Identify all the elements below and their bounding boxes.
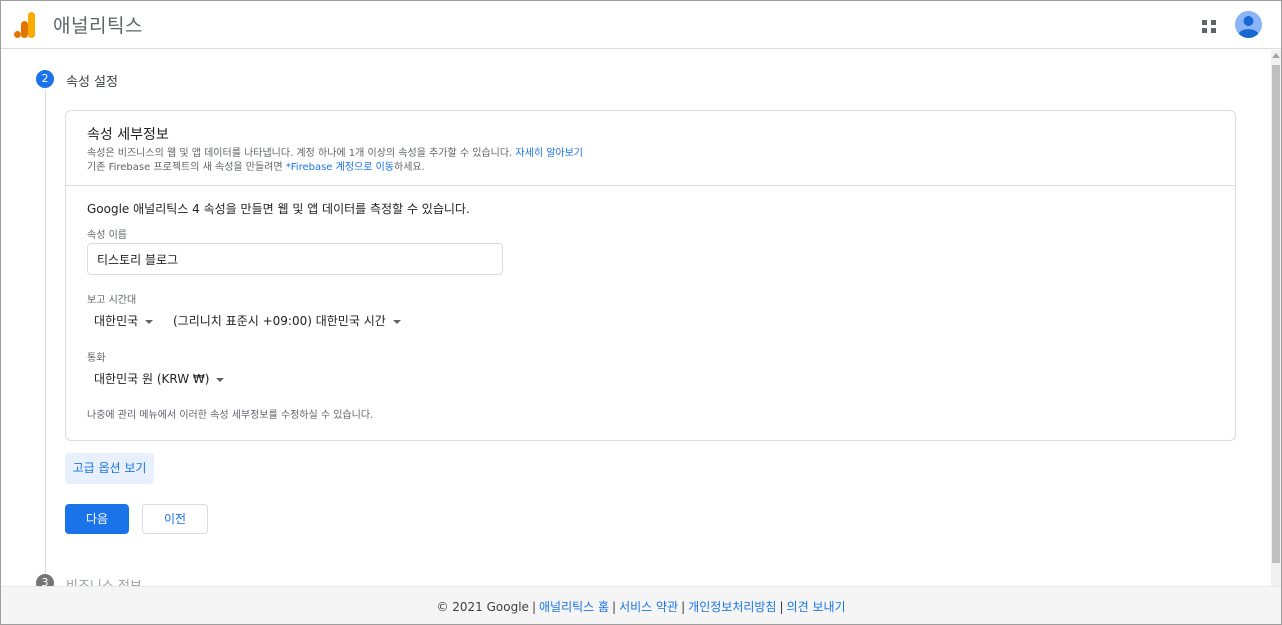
property-details-card: 속성 세부정보 속성은 비즈니스의 웹 및 앱 데이터를 나타냅니다. 계정 하… [65,110,1236,441]
advanced-options-button[interactable]: 고급 옵션 보기 [65,453,154,484]
card-description-line-2: 기존 Firebase 프로젝트의 새 속성을 만들려면 *Firebase 계… [87,158,425,173]
property-name-label: 속성 이름 [87,230,127,241]
copyright-text: © 2021 Google [436,600,529,614]
learn-more-link[interactable]: 자세히 알아보기 [515,148,583,159]
firebase-text-suffix: 하세요. [394,162,425,173]
app-title: 애널리틱스 [53,15,143,37]
timezone-country-value: 대한민국 [94,314,139,328]
page-footer: © 2021 Google | 애널리틱스 홈 | 서비스 약관 | 개인정보처리방침 | 의견… [1,586,1281,624]
currency-label: 통화 [87,353,106,364]
card-description-line-1: 속성은 비즈니스의 웹 및 앱 데이터를 나타냅니다. 계정 하나에 1개 이상… [87,144,583,159]
chevron-down-icon [216,377,225,382]
next-button[interactable]: 다음 [65,504,129,534]
ga4-intro-text: Google 애널리틱스 4 속성을 만들면 웹 및 앱 데이터를 측정할 수 … [87,202,470,216]
firebase-account-link[interactable]: *Firebase 계정으로 이동 [286,162,394,173]
analytics-logo-icon[interactable] [14,12,36,38]
property-name-input[interactable] [87,243,503,275]
card-title: 속성 세부정보 [87,127,169,143]
firebase-text-prefix: 기존 Firebase 프로젝트의 새 속성을 만들려면 [87,162,283,173]
footer-link-feedback[interactable]: 의견 보내기 [787,600,846,614]
top-app-bar: 애널리틱스 [1,1,1281,49]
timezone-label: 보고 시간대 [87,295,137,306]
edit-later-note: 나중에 관리 메뉴에서 이러한 속성 세부정보를 수정하실 수 있습니다. [87,410,374,421]
previous-button[interactable]: 이전 [142,504,208,534]
step-2-title: 속성 설정 [66,75,118,90]
app-window: 애널리틱스 2 속성 설정 속성 세부정보 속성은 비즈니스의 웹 및 앱 데이… [0,0,1282,625]
setup-content: 2 속성 설정 속성 세부정보 속성은 비즈니스의 웹 및 앱 데이터를 나타냅… [1,50,1271,586]
account-icon [1235,11,1262,38]
currency-value: 대한민국 원 (KRW ₩) [94,372,210,386]
footer-link-analytics-home[interactable]: 애널리틱스 홈 [539,600,609,614]
timezone-select[interactable]: (그리니치 표준시 +09:00) 대한민국 시간 [173,312,401,329]
currency-select[interactable]: 대한민국 원 (KRW ₩) [94,370,225,387]
step-2-number: 2 [36,70,54,88]
chevron-down-icon [392,319,401,324]
footer-link-privacy[interactable]: 개인정보처리방침 [688,600,776,614]
apps-grid-icon[interactable] [1201,18,1217,34]
step-3-title: 비즈니스 정보 [66,575,142,586]
stepper-line [45,90,46,586]
scroll-up-arrow-icon[interactable] [1272,53,1280,58]
step-3-number: 3 [36,574,54,586]
card-header: 속성 세부정보 속성은 비즈니스의 웹 및 앱 데이터를 나타냅니다. 계정 하… [66,111,1235,186]
timezone-country-select[interactable]: 대한민국 [94,312,154,329]
account-avatar[interactable] [1235,11,1262,38]
timezone-value: (그리니치 표준시 +09:00) 대한민국 시간 [173,314,386,328]
chevron-down-icon [145,319,154,324]
scrollbar-thumb[interactable] [1272,65,1280,563]
footer-link-terms[interactable]: 서비스 약관 [619,600,678,614]
